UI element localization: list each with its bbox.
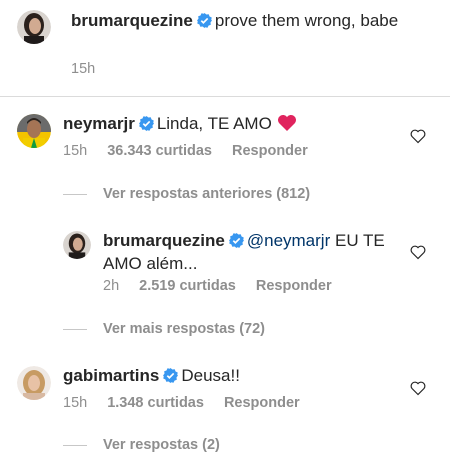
avatar[interactable] [17,114,51,148]
post-caption: brumarquezine prove them wrong, babe [71,9,431,32]
comment-text: Linda, TE AMO [156,114,272,133]
dash-divider [63,328,87,330]
divider [0,96,450,97]
view-replies-label: Ver mais respostas (72) [103,321,266,337]
verified-badge-icon [228,233,244,248]
comment-meta: 15h 1.348 curtidas Responder [63,395,320,411]
view-replies-label: Ver respostas (2) [103,437,220,453]
view-more-replies-button[interactable]: Ver mais respostas (72) [63,321,265,337]
avatar[interactable] [17,10,51,44]
avatar-brumarquezine-image [17,10,51,44]
post-time: 15h [71,61,96,77]
reply-button[interactable]: Responder [256,278,332,294]
reply-button[interactable]: Responder [232,143,308,159]
reply-button[interactable]: Responder [224,395,300,411]
red-heart-emoji-icon [277,115,296,131]
comment-gabimartins: gabimartins Deusa!! [63,364,403,387]
comment-username[interactable]: gabimartins [63,366,159,385]
likes-count[interactable]: 36.343 curtidas [107,143,212,159]
avatar[interactable] [63,231,91,259]
view-previous-replies-button[interactable]: Ver respostas anteriores (812) [63,186,310,202]
view-replies-label: Ver respostas anteriores (812) [103,186,311,202]
comment-time: 15h [63,395,88,411]
comment-meta: 2h 2.519 curtidas Responder [103,278,352,294]
dash-divider [63,193,87,195]
avatar[interactable] [17,366,51,400]
comment-meta: 15h 36.343 curtidas Responder [63,143,328,159]
avatar-neymarjr-image [17,114,51,148]
avatar-gabimartins-image [17,366,51,400]
like-heart-icon[interactable] [410,244,426,260]
reply-brumarquezine: brumarquezine @neymarjr EU TE AMO além... [103,229,393,275]
comment-time: 15h [63,143,88,159]
dash-divider [63,444,87,446]
like-heart-icon[interactable] [410,128,426,144]
verified-badge-icon [163,368,179,383]
likes-count[interactable]: 1.348 curtidas [107,395,204,411]
post-meta: 15h [71,61,115,77]
comment-neymarjr: neymarjr Linda, TE AMO [63,112,403,135]
view-replies-button[interactable]: Ver respostas (2) [63,437,220,453]
like-heart-icon[interactable] [410,380,426,396]
verified-badge-icon [196,13,212,28]
comment-time: 2h [103,278,120,294]
post-text: prove them wrong, babe [214,11,399,30]
mention-link[interactable]: @neymarjr [247,231,330,250]
post-username[interactable]: brumarquezine [71,11,193,30]
comment-text: Deusa!! [181,366,240,385]
avatar-brumarquezine-image [63,231,91,259]
comment-username[interactable]: neymarjr [63,114,135,133]
comment-username[interactable]: brumarquezine [103,231,225,250]
likes-count[interactable]: 2.519 curtidas [139,278,236,294]
verified-badge-icon [138,116,154,131]
